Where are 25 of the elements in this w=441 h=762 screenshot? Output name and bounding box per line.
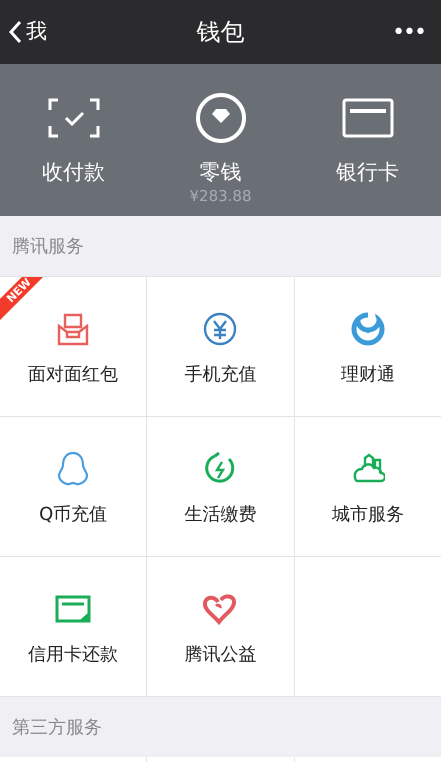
service-tile[interactable]: 城市服务: [294, 417, 441, 556]
service-tile[interactable]: 理财通: [294, 277, 441, 416]
scan-check-icon: [48, 98, 100, 138]
service-tile[interactable]: 腾讯公益: [147, 557, 294, 696]
service-tile[interactable]: Q币充值: [0, 417, 146, 556]
heart-icon: [202, 592, 238, 624]
diamond-circle-icon: [194, 92, 246, 144]
envelope-icon: [57, 312, 90, 346]
service-tile[interactable]: 生活缴费: [147, 417, 294, 556]
city-cloud-icon: [350, 452, 385, 484]
service-tile[interactable]: 信用卡还款: [0, 557, 146, 696]
back-button[interactable]: 我: [8, 16, 47, 48]
card-repay-icon: [55, 594, 92, 622]
wallet-action[interactable]: 收付款: [0, 64, 147, 216]
section-header: 腾讯服务: [11, 234, 85, 258]
wallet-action[interactable]: 零钱 ¥283.88: [147, 64, 294, 216]
yuan-circle-icon: [203, 312, 238, 346]
more-button[interactable]: •••: [392, 16, 433, 48]
wallet-action[interactable]: 银行卡: [294, 64, 441, 216]
card-icon: [342, 98, 394, 138]
page-title: 钱包: [196, 17, 244, 48]
chevron-left-icon: [8, 20, 22, 44]
section-header: 第三方服务: [11, 716, 103, 740]
penguin-icon: [57, 450, 90, 486]
service-tile[interactable]: 手机充值: [147, 277, 294, 416]
